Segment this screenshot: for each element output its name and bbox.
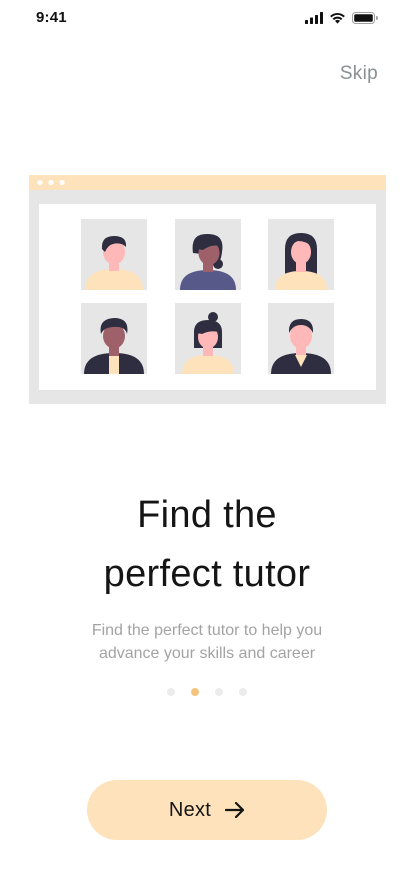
subtitle-line: Find the perfect tutor to help you bbox=[91, 622, 323, 639]
title-line: perfect tutor bbox=[103, 553, 311, 595]
wifi-icon bbox=[330, 12, 345, 24]
title-line: Find the bbox=[137, 494, 277, 536]
page-dot-1[interactable] bbox=[167, 688, 175, 696]
next-button-label: Next bbox=[168, 798, 212, 821]
page-dot-2[interactable] bbox=[191, 688, 199, 696]
tutor-tile bbox=[268, 219, 334, 290]
onboarding-title: Find the perfect tutor bbox=[0, 486, 414, 604]
page-dot-4[interactable] bbox=[239, 688, 247, 696]
tutor-tile bbox=[268, 303, 334, 374]
page-indicator bbox=[0, 688, 414, 696]
battery-icon bbox=[352, 12, 378, 24]
subtitle-line: advance your skills and career bbox=[98, 645, 316, 662]
status-bar: 9:41 bbox=[0, 0, 414, 40]
arrow-right-icon bbox=[225, 802, 245, 818]
onboarding-screen: 9:41 Skip Find the perfect tutor Find th… bbox=[0, 0, 414, 896]
tutor-tile bbox=[175, 303, 241, 374]
cellular-signal-icon bbox=[305, 12, 323, 24]
status-icons bbox=[305, 12, 378, 24]
page-dot-3[interactable] bbox=[215, 688, 223, 696]
tutor-tile bbox=[175, 219, 241, 290]
skip-button[interactable]: Skip bbox=[340, 63, 378, 85]
onboarding-subtitle: Find the perfect tutor to help you advan… bbox=[0, 619, 414, 665]
tutor-video-grid-illustration bbox=[29, 175, 386, 404]
tutor-tile bbox=[81, 303, 147, 374]
status-time: 9:41 bbox=[36, 9, 67, 26]
tutor-tile bbox=[81, 219, 147, 290]
next-button[interactable]: Next bbox=[87, 780, 327, 840]
